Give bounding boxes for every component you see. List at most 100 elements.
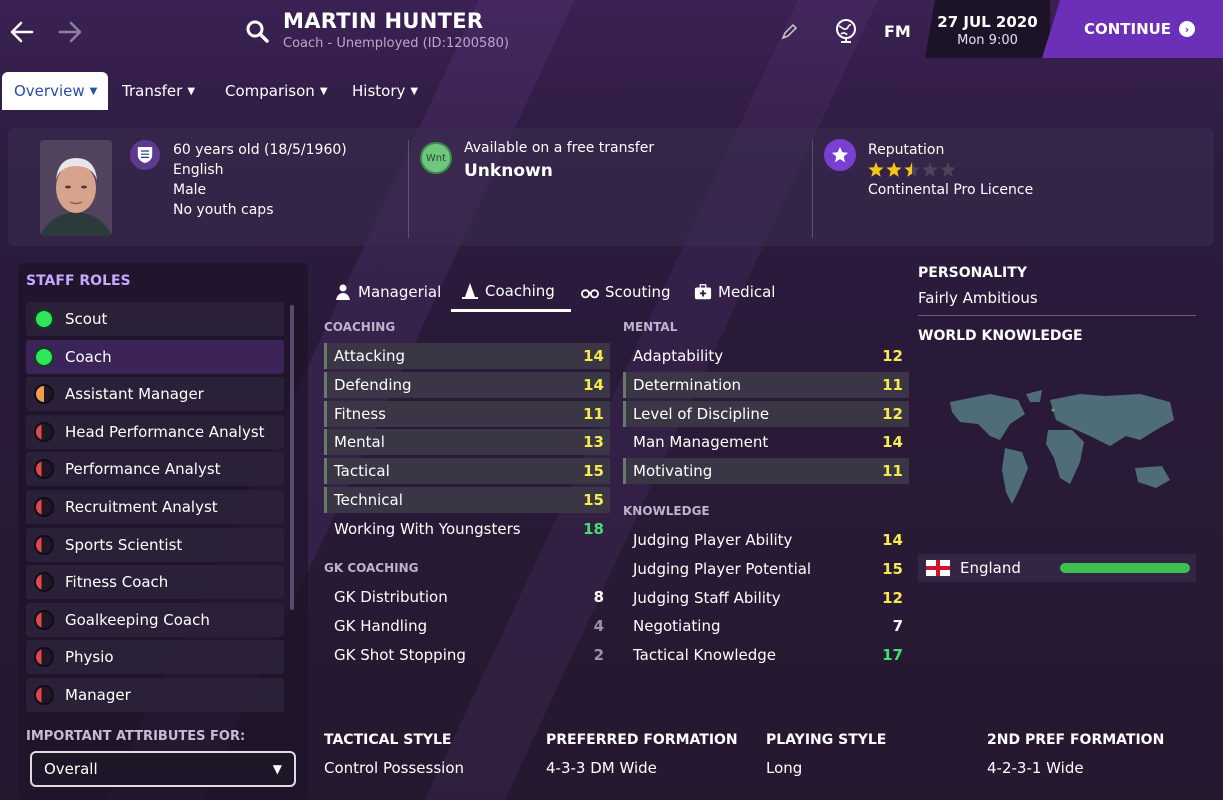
role-item[interactable]: Sports Scientist [26,528,284,562]
divider [408,140,409,238]
reputation-label: Reputation [868,142,945,158]
important-attributes-label: IMPORTANT ATTRIBUTES FOR: [26,729,246,744]
tab-comparison-label: Comparison [225,82,315,100]
attribute-value: 11 [882,376,903,394]
attribute-value: 11 [583,405,604,423]
attribute-label: Man Management [633,433,769,451]
role-item[interactable]: Performance Analyst [26,452,284,486]
attribute-row[interactable]: Level of Discipline 12 [623,401,909,427]
subtab-managerial[interactable]: Managerial [334,272,441,312]
attribute-value: 7 [892,617,903,635]
subtab-scouting[interactable]: Scouting [581,272,671,312]
role-item[interactable]: Physio [26,640,284,674]
attribute-row[interactable]: GK Handling 4 [324,613,610,639]
star-icon [904,162,920,177]
attribute-row[interactable]: Fitness 11 [324,401,610,427]
attribute-label: GK Shot Stopping [334,646,466,664]
attribute-value: 14 [583,347,604,365]
role-label: Coach [65,348,112,366]
role-item[interactable]: Fitness Coach [26,565,284,599]
personality-value: Fairly Ambitious [918,289,1038,307]
country-name: England [960,559,1021,577]
attribute-label: GK Distribution [334,588,448,606]
attribute-value: 14 [882,433,903,451]
attribute-value: 15 [882,560,903,578]
attribute-row[interactable]: Working With Youngsters 18 [324,516,610,542]
attribute-row[interactable]: GK Shot Stopping 2 [324,642,610,668]
globe-icon[interactable] [833,18,859,44]
forward-arrow-icon[interactable] [54,16,86,48]
attribute-label: Determination [633,376,742,394]
attribute-row[interactable]: Adaptability 12 [623,343,909,369]
attribute-label: Judging Staff Ability [633,589,781,607]
attribute-row[interactable]: Defending 14 [324,372,610,398]
medical-kit-icon [694,284,712,300]
attribute-row[interactable]: GK Distribution 8 [324,584,610,610]
search-icon[interactable] [244,18,270,44]
attribute-row[interactable]: Determination 11 [623,372,909,398]
attribute-row[interactable]: Technical 15 [324,487,610,513]
attribute-label: GK Handling [334,617,428,635]
role-item[interactable]: Scout [26,302,284,336]
attribute-value: 15 [583,462,604,480]
subtab-medical[interactable]: Medical [694,272,775,312]
attribute-row[interactable]: Mental 13 [324,429,610,455]
second-formation-label: 2ND PREF FORMATION [987,732,1165,748]
role-suitability-icon [34,384,54,404]
continue-button[interactable]: CONTINUE › [1042,0,1223,58]
attribute-label: Defending [334,376,412,394]
tab-overview-label: Overview [14,82,85,100]
role-suitability-icon [34,309,54,329]
attribute-row[interactable]: Tactical 15 [324,458,610,484]
attribute-label: Mental [334,433,385,451]
role-item[interactable]: Coach [26,340,284,374]
knowledge-progress-bar [1060,563,1190,573]
subtab-coaching[interactable]: Coaching [451,272,571,312]
attribute-row[interactable]: Motivating 11 [623,458,909,484]
role-label: Scout [65,310,108,328]
role-item[interactable]: Manager [26,678,284,712]
attribute-value: 12 [882,589,903,607]
role-suitability-icon [34,347,54,367]
attribute-row[interactable]: Tactical Knowledge 17 [623,642,909,668]
transfer-status-badge: Wnt [420,142,452,174]
role-item[interactable]: Assistant Manager [26,377,284,411]
back-arrow-icon[interactable] [6,16,38,48]
tab-transfer[interactable]: Transfer ▼ [122,72,195,110]
fm-logo[interactable]: FM [884,22,911,41]
attribute-label: Technical [334,491,403,509]
role-item[interactable]: Goalkeeping Coach [26,603,284,637]
pencil-icon[interactable] [779,22,799,42]
attribute-row[interactable]: Judging Player Potential 15 [623,556,909,582]
attribute-row[interactable]: Man Management 14 [623,429,909,455]
attribute-label: Tactical [334,462,390,480]
attribute-label: Fitness [334,405,386,423]
binoculars-icon [581,289,599,299]
subtab-coaching-label: Coaching [485,281,555,300]
current-time: Mon 9:00 [957,33,1018,48]
star-icon [868,162,884,177]
attribute-value: 11 [882,462,903,480]
tab-comparison[interactable]: Comparison ▼ [225,72,328,110]
world-map [930,380,1185,510]
attribute-value: 18 [583,520,604,538]
page-subtitle: Coach - Unemployed (ID:1200580) [283,36,509,51]
role-label: Sports Scientist [65,536,183,554]
tab-overview[interactable]: Overview ▼ [2,72,108,110]
current-date: 27 JUL 2020 [937,13,1038,31]
caps-info: No youth caps [173,202,274,218]
attribute-row[interactable]: Negotiating 7 [623,613,909,639]
attribute-row[interactable]: Judging Player Ability 14 [623,527,909,553]
attribute-row[interactable]: Judging Staff Ability 12 [623,585,909,611]
role-item[interactable]: Head Performance Analyst [26,415,284,449]
attribute-label: Motivating [633,462,713,480]
important-attributes-dropdown[interactable]: Overall ▼ [30,751,296,787]
attribute-row[interactable]: Attacking 14 [324,343,610,369]
tab-history[interactable]: History ▼ [352,72,418,110]
role-item[interactable]: Recruitment Analyst [26,490,284,524]
role-suitability-icon [34,685,54,705]
attribute-label: Tactical Knowledge [633,646,776,664]
sidebar-scrollbar[interactable] [290,305,294,610]
role-label: Head Performance Analyst [65,423,265,441]
role-label: Manager [65,686,131,704]
